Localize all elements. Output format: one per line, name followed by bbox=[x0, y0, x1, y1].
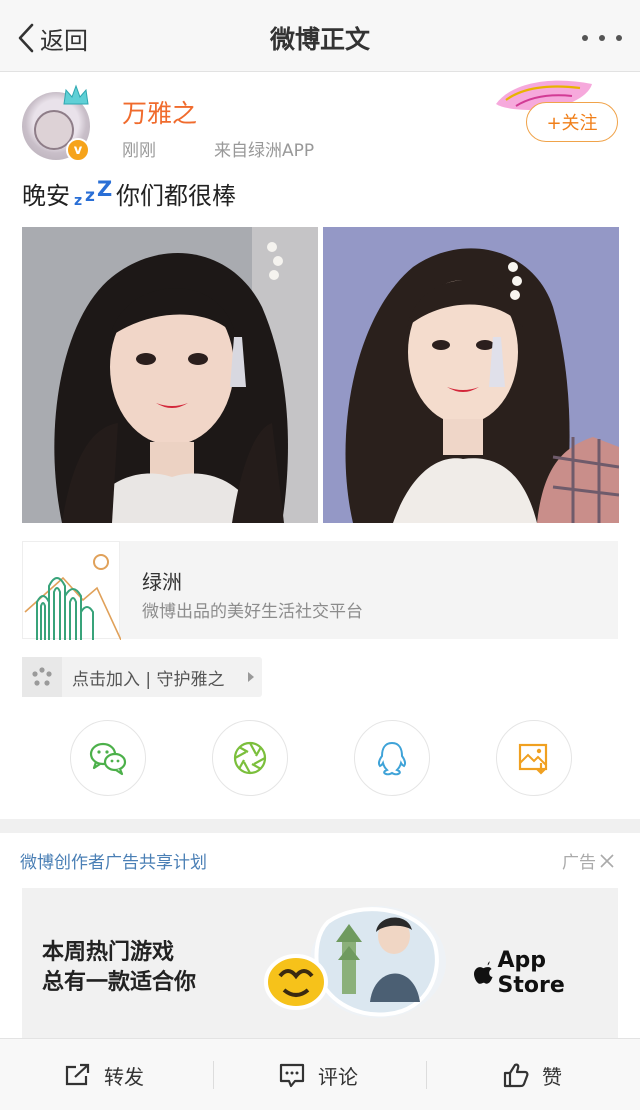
verified-badge: v bbox=[66, 138, 90, 162]
app-name: 绿洲 bbox=[142, 570, 182, 594]
follow-button[interactable]: +关注 bbox=[526, 102, 618, 142]
post-text-end: 你们都很棒 bbox=[116, 182, 236, 210]
moments-icon bbox=[233, 741, 267, 775]
crown-icon bbox=[63, 84, 89, 105]
oasis-logo bbox=[22, 541, 122, 641]
join-group-chip[interactable]: 点击加入 | 守护雅之 bbox=[22, 657, 262, 697]
app-card-oasis[interactable]: 绿洲 微博出品的美好生活社交平台 bbox=[22, 541, 618, 641]
sleep-zzz-icon: z z Z bbox=[74, 176, 113, 209]
more-dot-icon bbox=[616, 35, 622, 41]
chevron-right-icon bbox=[248, 672, 254, 682]
like-label: 赞 bbox=[542, 1064, 562, 1089]
page-title: 微博正文 bbox=[269, 25, 370, 54]
share-wechat-button[interactable] bbox=[70, 720, 146, 796]
oasis-logo-icon bbox=[24, 554, 122, 641]
share-moments-button[interactable] bbox=[212, 720, 288, 796]
ad-close-button[interactable]: 广告 bbox=[562, 848, 614, 873]
post-text-start: 晚安 bbox=[22, 182, 70, 210]
like-button[interactable]: 赞 bbox=[502, 1061, 562, 1089]
ad-banner[interactable]: 本周热门游戏 总有一款适合你 App Store bbox=[22, 888, 618, 1038]
post-time: 刚刚 bbox=[122, 141, 156, 161]
repost-label: 转发 bbox=[104, 1064, 144, 1089]
post-photo-1[interactable] bbox=[22, 227, 318, 523]
wechat-icon bbox=[89, 742, 127, 776]
share-save-image-button[interactable] bbox=[496, 720, 572, 796]
app-store-label: App Store bbox=[497, 948, 565, 998]
repost-icon bbox=[65, 1063, 90, 1086]
section-divider bbox=[0, 819, 640, 833]
bottom-action-bar: 转发 评论 赞 bbox=[0, 1038, 640, 1110]
app-description: 微博出品的美好生活社交平台 bbox=[142, 602, 363, 622]
divider bbox=[213, 1061, 214, 1089]
close-icon bbox=[600, 853, 614, 868]
more-dot-icon bbox=[599, 35, 605, 41]
save-image-icon bbox=[518, 743, 548, 775]
comment-icon bbox=[279, 1063, 305, 1088]
apple-icon bbox=[474, 961, 493, 984]
ad-tag-label: 广告 bbox=[562, 853, 596, 873]
post-source[interactable]: 来自绿洲APP bbox=[214, 136, 314, 161]
qq-icon bbox=[377, 741, 407, 776]
post-photo-2[interactable] bbox=[323, 227, 619, 523]
post-text: 晚安 z z Z 你们都很棒 bbox=[22, 176, 236, 211]
portrait-image bbox=[22, 227, 318, 523]
join-group-label: 点击加入 | 守护雅之 bbox=[72, 670, 225, 690]
ad-program-link[interactable]: 微博创作者广告共享计划 bbox=[20, 848, 207, 873]
more-dot-icon bbox=[582, 35, 588, 41]
game-art-image bbox=[264, 906, 446, 1018]
nav-bar: 返回 微博正文 bbox=[0, 0, 640, 72]
username[interactable]: 万雅之 bbox=[122, 94, 197, 130]
thumbs-up-icon bbox=[503, 1063, 529, 1088]
app-store-badge: App Store bbox=[474, 948, 618, 998]
divider bbox=[426, 1061, 427, 1089]
more-options-button[interactable] bbox=[582, 24, 622, 52]
ad-headline-line1: 本周热门游戏 bbox=[42, 940, 175, 965]
repost-button[interactable]: 转发 bbox=[64, 1061, 144, 1089]
portrait-image bbox=[323, 227, 619, 523]
comment-button[interactable]: 评论 bbox=[278, 1061, 358, 1089]
ad-headline-line2: 总有一款适合你 bbox=[42, 970, 197, 995]
group-icon bbox=[22, 657, 62, 697]
comment-label: 评论 bbox=[318, 1064, 358, 1089]
share-qq-button[interactable] bbox=[354, 720, 430, 796]
